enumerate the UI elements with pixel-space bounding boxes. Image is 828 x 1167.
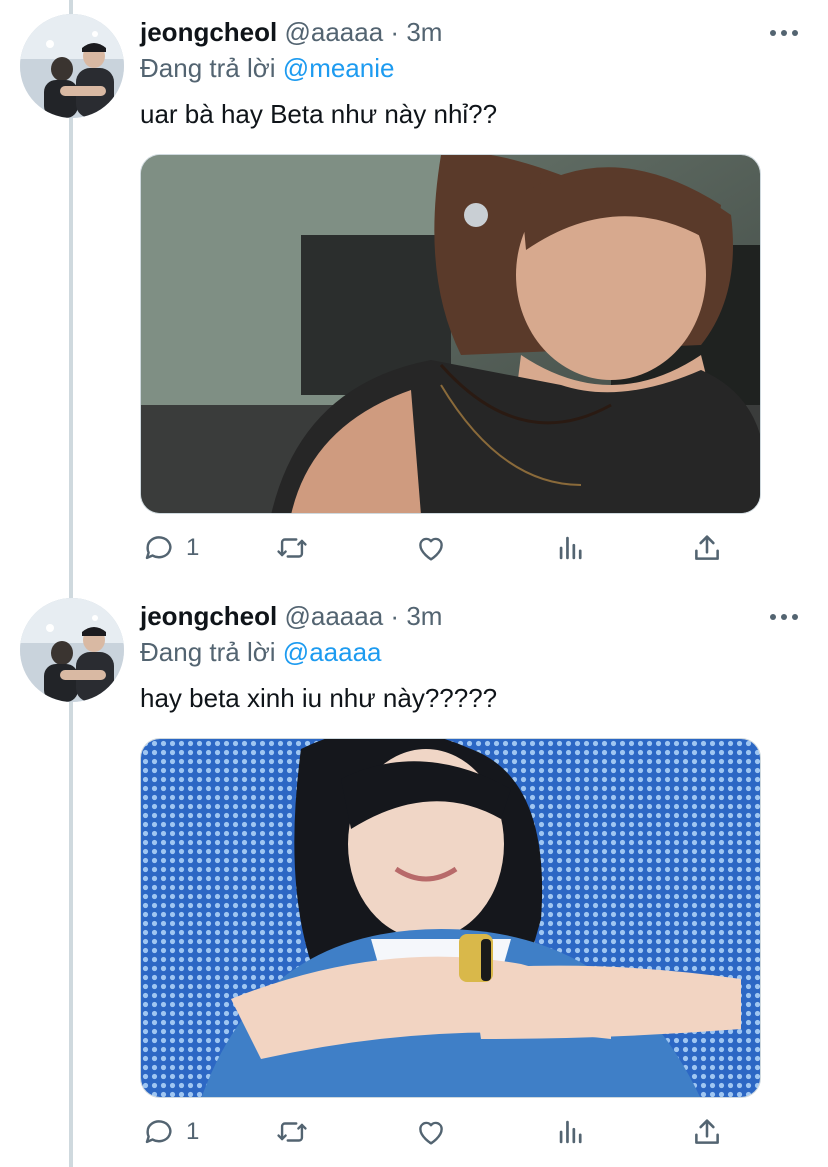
tweet-photo[interactable] [140,738,761,1098]
tweet-actions: 1 [140,1114,740,1150]
tweet-header: jeongcheol @aaaaa · 3m [140,600,442,632]
display-name[interactable]: jeongcheol [140,601,277,631]
user-handle[interactable]: @aaaaa [284,601,383,631]
retweet-icon [277,538,307,558]
tweet-header: jeongcheol @aaaaa · 3m [140,16,442,48]
replying-to-label: Đang trả lời [140,53,276,83]
tweet-1[interactable]: jeongcheol @aaaaa · 3m Đang trả lời @mea… [0,0,828,584]
tweet-2[interactable]: jeongcheol @aaaaa · 3m Đang trả lời @aaa… [0,584,828,1167]
reply-icon [145,536,172,560]
replying-to: Đang trả lời @meanie [140,52,394,84]
replying-to-label: Đang trả lời [140,637,276,667]
user-handle[interactable]: @aaaaa [284,17,383,47]
timestamp[interactable]: 3m [406,17,442,47]
share-button[interactable] [690,1114,724,1150]
analytics-icon [559,536,582,560]
more-icon[interactable] [770,612,800,622]
separator-dot: · [390,17,400,47]
reply-count: 1 [186,1118,200,1145]
more-icon[interactable] [770,28,800,38]
analytics-button[interactable] [554,530,588,566]
replying-to: Đang trả lời @aaaaa [140,636,382,668]
tweet-text: uar bà hay Beta như này nhỉ?? [140,99,498,129]
tweet-actions: 1 [140,530,740,566]
mention-link[interactable]: @aaaaa [283,637,382,667]
like-button[interactable] [414,1114,458,1150]
reply-count: 1 [186,534,200,561]
reply-button[interactable]: 1 [142,1114,199,1150]
analytics-icon [559,1120,582,1144]
retweet-button[interactable] [274,1114,320,1150]
share-icon [695,1119,719,1144]
share-button[interactable] [690,530,724,566]
analytics-button[interactable] [554,1114,588,1150]
tweet-text: hay beta xinh iu như này????? [140,683,498,713]
like-icon [419,1121,443,1145]
like-button[interactable] [414,530,458,566]
separator-dot: · [390,601,400,631]
avatar[interactable] [20,14,124,118]
share-icon [695,535,719,560]
display-name[interactable]: jeongcheol [140,17,277,47]
retweet-button[interactable] [274,530,320,566]
tweet-photo[interactable] [140,154,761,514]
reply-button[interactable]: 1 [142,530,199,566]
timestamp[interactable]: 3m [406,601,442,631]
retweet-icon [277,1122,307,1142]
like-icon [419,537,443,561]
reply-icon [145,1120,172,1144]
avatar[interactable] [20,598,124,702]
mention-link[interactable]: @meanie [283,53,395,83]
